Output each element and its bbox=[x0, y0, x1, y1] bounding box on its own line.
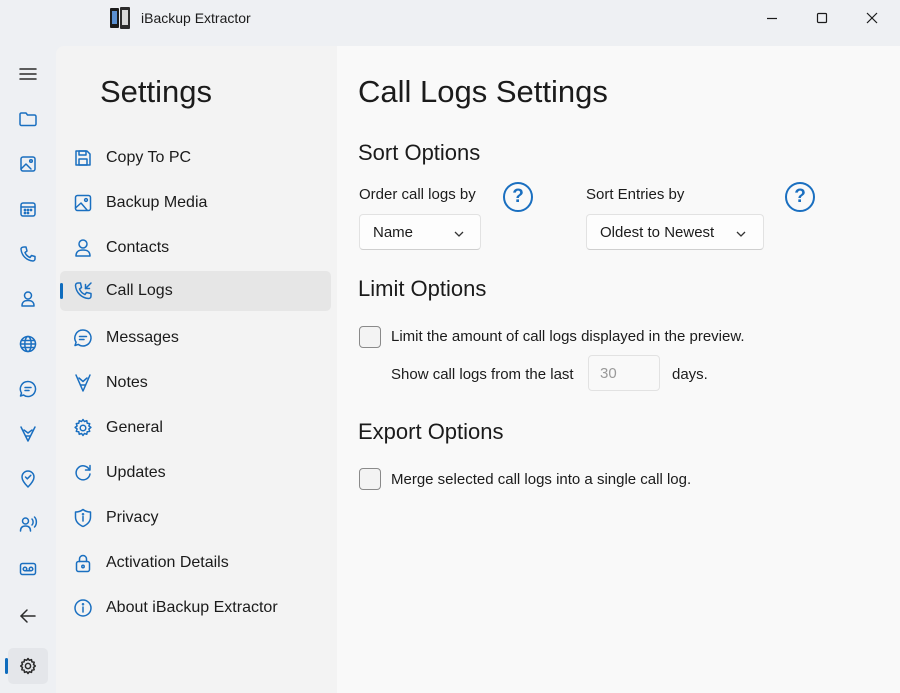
rail-messages[interactable] bbox=[8, 371, 48, 407]
nav-label: General bbox=[106, 419, 163, 436]
folder-icon bbox=[19, 112, 37, 127]
nav-label: Updates bbox=[106, 464, 166, 481]
limit-call-logs-checkbox[interactable] bbox=[359, 326, 381, 348]
window-title: iBackup Extractor bbox=[141, 10, 251, 26]
nav-privacy[interactable]: Privacy bbox=[60, 498, 331, 538]
export-options-heading: Export Options bbox=[358, 419, 504, 444]
nav-activation-details[interactable]: Activation Details bbox=[60, 543, 331, 583]
settings-navigation: Settings Copy To PC Backup Media Contact… bbox=[56, 46, 337, 693]
days-input[interactable]: 30 bbox=[588, 355, 660, 391]
chat-icon bbox=[72, 327, 94, 349]
image-icon bbox=[20, 156, 36, 172]
image-icon bbox=[72, 192, 94, 214]
merge-call-logs-checkbox[interactable] bbox=[359, 468, 381, 490]
close-icon bbox=[866, 12, 878, 24]
page-title: Call Logs Settings bbox=[358, 74, 608, 109]
nav-general[interactable]: General bbox=[60, 408, 331, 448]
voicemail-icon bbox=[19, 562, 37, 576]
sort-entries-label: Sort Entries by bbox=[586, 186, 685, 203]
nav-messages[interactable]: Messages bbox=[60, 318, 331, 358]
nav-label: Backup Media bbox=[106, 194, 208, 211]
chevron-down-icon bbox=[735, 227, 747, 239]
maximize-icon bbox=[816, 12, 828, 24]
sort-entries-help-icon[interactable]: ? bbox=[785, 182, 815, 212]
limit-call-logs-label: Limit the amount of call logs displayed … bbox=[391, 328, 745, 345]
nav-updates[interactable]: Updates bbox=[60, 453, 331, 493]
gear-icon bbox=[72, 417, 94, 439]
settings-title: Settings bbox=[100, 74, 213, 109]
info-icon bbox=[72, 597, 94, 619]
sort-options-heading: Sort Options bbox=[358, 140, 481, 165]
rail-files[interactable] bbox=[8, 101, 48, 137]
settings-gear-icon bbox=[19, 657, 37, 675]
nav-about[interactable]: About iBackup Extractor bbox=[60, 588, 331, 628]
hamburger-menu-button[interactable] bbox=[8, 56, 48, 92]
sort-entries-dropdown[interactable]: Oldest to Newest bbox=[586, 214, 764, 250]
lock-icon bbox=[72, 552, 94, 574]
save-icon bbox=[72, 147, 94, 169]
nav-label: Contacts bbox=[106, 239, 170, 256]
minimize-button[interactable] bbox=[747, 0, 797, 36]
show-days-prefix-label: Show call logs from the last bbox=[391, 366, 574, 383]
chat-icon bbox=[19, 380, 37, 398]
close-button[interactable] bbox=[847, 0, 897, 36]
nav-contacts[interactable]: Contacts bbox=[60, 228, 331, 268]
chevron-down-icon bbox=[453, 227, 465, 239]
call-incoming-icon bbox=[72, 280, 94, 302]
nav-label: Copy To PC bbox=[106, 149, 192, 166]
merge-call-logs-label: Merge selected call logs into a single c… bbox=[391, 471, 692, 488]
nav-label: Privacy bbox=[106, 509, 159, 526]
nav-label: Call Logs bbox=[106, 282, 173, 299]
nav-label: About iBackup Extractor bbox=[106, 599, 278, 616]
phone-icon bbox=[20, 246, 36, 262]
content-pane: Call Logs Settings Sort Options Order ca… bbox=[337, 46, 900, 693]
order-help-icon[interactable]: ? bbox=[503, 182, 533, 212]
person-icon bbox=[21, 291, 35, 307]
rail-notes[interactable] bbox=[8, 416, 48, 452]
order-call-logs-dropdown[interactable]: Name bbox=[359, 214, 481, 250]
rail-settings[interactable] bbox=[5, 648, 48, 684]
nav-copy-to-pc[interactable]: Copy To PC bbox=[60, 138, 331, 178]
navigation-rail bbox=[0, 46, 56, 693]
minimize-icon bbox=[767, 17, 777, 20]
nav-notes[interactable]: Notes bbox=[60, 363, 331, 403]
notes-icon bbox=[72, 372, 94, 394]
rail-calls[interactable] bbox=[8, 236, 48, 272]
location-check-icon bbox=[21, 470, 35, 488]
back-arrow-icon bbox=[20, 609, 36, 623]
rail-locations[interactable] bbox=[8, 461, 48, 497]
limit-options-heading: Limit Options bbox=[358, 276, 487, 301]
rail-photos[interactable] bbox=[8, 146, 48, 182]
order-call-logs-label: Order call logs by bbox=[359, 186, 476, 203]
dropdown-value: Name bbox=[373, 224, 414, 241]
rail-contacts[interactable] bbox=[8, 281, 48, 317]
nav-call-logs[interactable]: Call Logs bbox=[60, 271, 331, 311]
nav-label: Activation Details bbox=[106, 554, 229, 571]
person-voice-icon bbox=[19, 516, 38, 532]
shield-info-icon bbox=[72, 507, 94, 529]
back-button[interactable] bbox=[8, 598, 48, 634]
rail-voicemail[interactable] bbox=[8, 551, 48, 587]
nav-backup-media[interactable]: Backup Media bbox=[60, 183, 331, 223]
nav-label: Messages bbox=[106, 329, 179, 346]
app-logo-icon bbox=[109, 6, 131, 30]
title-bar: iBackup Extractor bbox=[0, 0, 900, 36]
rail-calendar[interactable] bbox=[8, 191, 48, 227]
notes-icon bbox=[20, 426, 36, 442]
refresh-icon bbox=[72, 462, 94, 484]
rail-voice-memos[interactable] bbox=[8, 506, 48, 542]
maximize-button[interactable] bbox=[797, 0, 847, 36]
dropdown-value: Oldest to Newest bbox=[600, 224, 715, 241]
rail-browser[interactable] bbox=[8, 326, 48, 362]
hamburger-menu-icon bbox=[19, 68, 37, 80]
show-days-suffix-label: days. bbox=[672, 366, 708, 383]
globe-icon bbox=[19, 335, 37, 353]
person-icon bbox=[72, 237, 94, 259]
nav-label: Notes bbox=[106, 374, 148, 391]
calendar-icon bbox=[20, 202, 36, 217]
